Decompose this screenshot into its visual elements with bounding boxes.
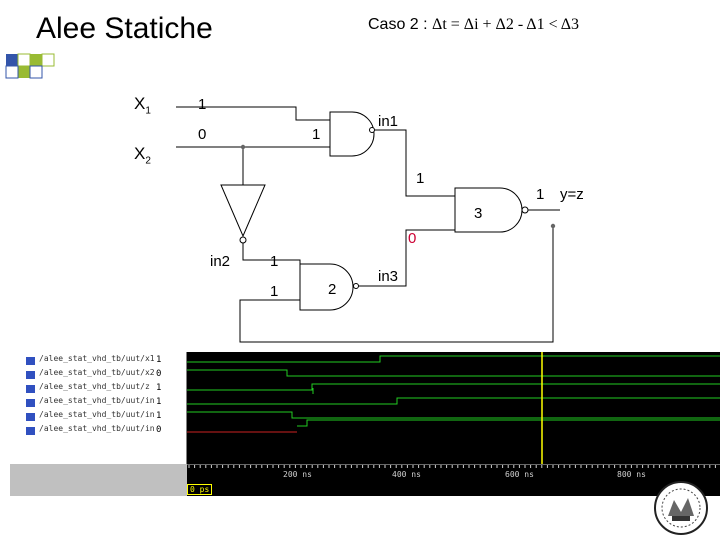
signal-icon bbox=[26, 357, 35, 365]
trace-x1 bbox=[187, 355, 720, 363]
in1-value: 1 bbox=[416, 170, 425, 187]
in2-value: 1 bbox=[270, 253, 279, 270]
input-x2: X2 bbox=[134, 144, 151, 167]
circuit-diagram bbox=[176, 106, 560, 343]
cursor-time-label: 0 ps bbox=[187, 484, 213, 495]
waveform-area[interactable] bbox=[187, 352, 720, 464]
gate1-delay: 1 bbox=[312, 126, 321, 143]
in2-label: in2 bbox=[210, 253, 231, 270]
signal-icon bbox=[26, 413, 35, 421]
signal-row[interactable]: /alee_stat_vhd_tb/uut/x1 bbox=[10, 354, 154, 368]
in3-label: in3 bbox=[378, 268, 399, 285]
and2-x2-value: 1 bbox=[270, 283, 279, 300]
in1-label: in1 bbox=[378, 113, 399, 130]
signal-value: 1 bbox=[156, 355, 162, 365]
tick-label: 600 ns bbox=[505, 470, 534, 479]
junction-dot bbox=[240, 144, 246, 150]
junction-dot-output bbox=[550, 223, 556, 229]
and-gate-1 bbox=[329, 111, 375, 157]
x1-value: 1 bbox=[198, 96, 207, 113]
and-gate-2-bubble bbox=[353, 283, 359, 289]
in3-value: 0 bbox=[408, 230, 417, 247]
and-gate-3 bbox=[454, 187, 523, 233]
signal-value-list: 1 0 1 1 1 0 bbox=[154, 352, 187, 464]
tick-label: 200 ns bbox=[283, 470, 312, 479]
and-gate-2 bbox=[299, 263, 354, 311]
signal-icon bbox=[26, 427, 35, 435]
input-x1: X1 bbox=[134, 94, 151, 117]
signal-value: 1 bbox=[156, 411, 162, 421]
wire-in1 bbox=[374, 129, 455, 197]
time-ruler: 200 ns 400 ns 600 ns 800 ns 0 ps bbox=[187, 464, 720, 496]
signal-icon bbox=[26, 399, 35, 407]
gate2-delay: 2 bbox=[328, 281, 337, 298]
and-gate-1-bubble bbox=[369, 127, 375, 133]
signal-value: 0 bbox=[156, 425, 162, 435]
university-seal-icon bbox=[654, 481, 708, 535]
signal-row[interactable]: /alee_stat_vhd_tb/uut/x2 bbox=[10, 368, 154, 382]
signal-value: 1 bbox=[156, 383, 162, 393]
signal-row[interactable]: /alee_stat_vhd_tb/uut/in1 bbox=[10, 396, 154, 410]
signal-row[interactable]: /alee_stat_vhd_tb/uut/in3 bbox=[10, 424, 154, 438]
signal-row[interactable]: /alee_stat_vhd_tb/uut/z bbox=[10, 382, 154, 396]
trace-in1 bbox=[187, 397, 720, 405]
signal-value: 0 bbox=[156, 369, 162, 379]
signal-name-list: /alee_stat_vhd_tb/uut/x1 /alee_stat_vhd_… bbox=[10, 352, 155, 464]
trace-in2 bbox=[187, 411, 720, 419]
output-label: y=z bbox=[560, 186, 584, 203]
tick-label: 400 ns bbox=[392, 470, 421, 479]
inverter-bubble bbox=[239, 236, 247, 244]
x2-value: 0 bbox=[198, 126, 207, 143]
signal-row[interactable]: /alee_stat_vhd_tb/uut/in2 bbox=[10, 410, 154, 424]
and-gate-3-bubble bbox=[521, 206, 529, 214]
signal-icon bbox=[26, 371, 35, 379]
inverter-gate bbox=[220, 184, 266, 238]
trace-in3-high bbox=[297, 419, 720, 427]
waveform-panel: /alee_stat_vhd_tb/uut/x1 /alee_stat_vhd_… bbox=[10, 352, 720, 496]
wire-in3 bbox=[356, 229, 455, 287]
trace-x2 bbox=[187, 369, 720, 377]
waveform-traces bbox=[187, 352, 720, 464]
trace-z bbox=[187, 383, 720, 391]
tick-label: 800 ns bbox=[617, 470, 646, 479]
gate3-delay: 3 bbox=[474, 205, 483, 222]
output-value: 1 bbox=[536, 186, 545, 203]
signal-icon bbox=[26, 385, 35, 393]
signal-value: 1 bbox=[156, 397, 162, 407]
